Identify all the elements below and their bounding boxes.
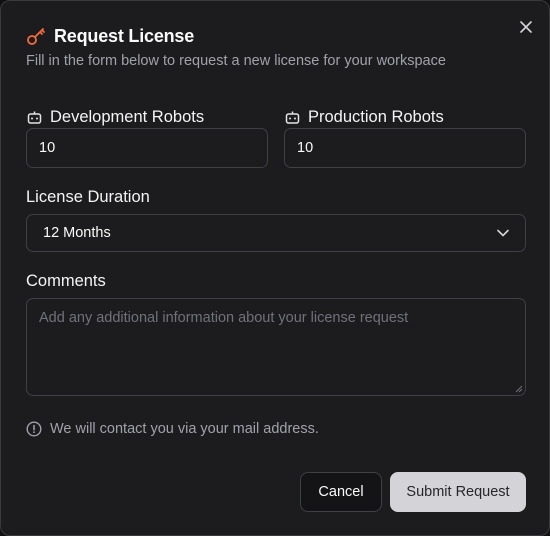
development-robots-label-text: Development Robots xyxy=(50,107,205,126)
close-icon xyxy=(520,21,532,33)
license-duration-value: 12 Months xyxy=(43,225,111,241)
production-robots-label-text: Production Robots xyxy=(308,107,444,126)
contact-notice: We will contact you via your mail addres… xyxy=(26,421,319,437)
dialog-header: Request License xyxy=(26,23,194,49)
contact-notice-text: We will contact you via your mail addres… xyxy=(50,421,319,437)
production-robots-input[interactable]: 10 xyxy=(284,128,526,168)
key-icon xyxy=(26,26,46,46)
request-license-dialog: Request License Fill in the form below t… xyxy=(0,0,550,536)
cancel-button[interactable]: Cancel xyxy=(300,472,382,512)
close-button[interactable] xyxy=(515,16,537,38)
dialog-subtitle: Fill in the form below to request a new … xyxy=(26,53,446,69)
comments-placeholder: Add any additional information about you… xyxy=(39,310,409,326)
submit-request-button[interactable]: Submit Request xyxy=(390,472,526,512)
development-robots-input[interactable]: 10 xyxy=(26,128,268,168)
resize-handle[interactable] xyxy=(515,385,523,393)
license-duration-label: License Duration xyxy=(26,187,150,206)
production-robots-label: Production Robots xyxy=(284,106,444,128)
dialog-title: Request License xyxy=(54,25,195,46)
comments-label: Comments xyxy=(26,271,106,290)
chevron-down-icon xyxy=(497,229,509,237)
robot-icon xyxy=(284,109,301,126)
development-robots-label: Development Robots xyxy=(26,106,204,128)
license-duration-select[interactable]: 12 Months xyxy=(26,214,526,252)
info-icon xyxy=(26,421,42,437)
comments-textarea[interactable]: Add any additional information about you… xyxy=(26,298,526,396)
robot-icon xyxy=(26,109,43,126)
